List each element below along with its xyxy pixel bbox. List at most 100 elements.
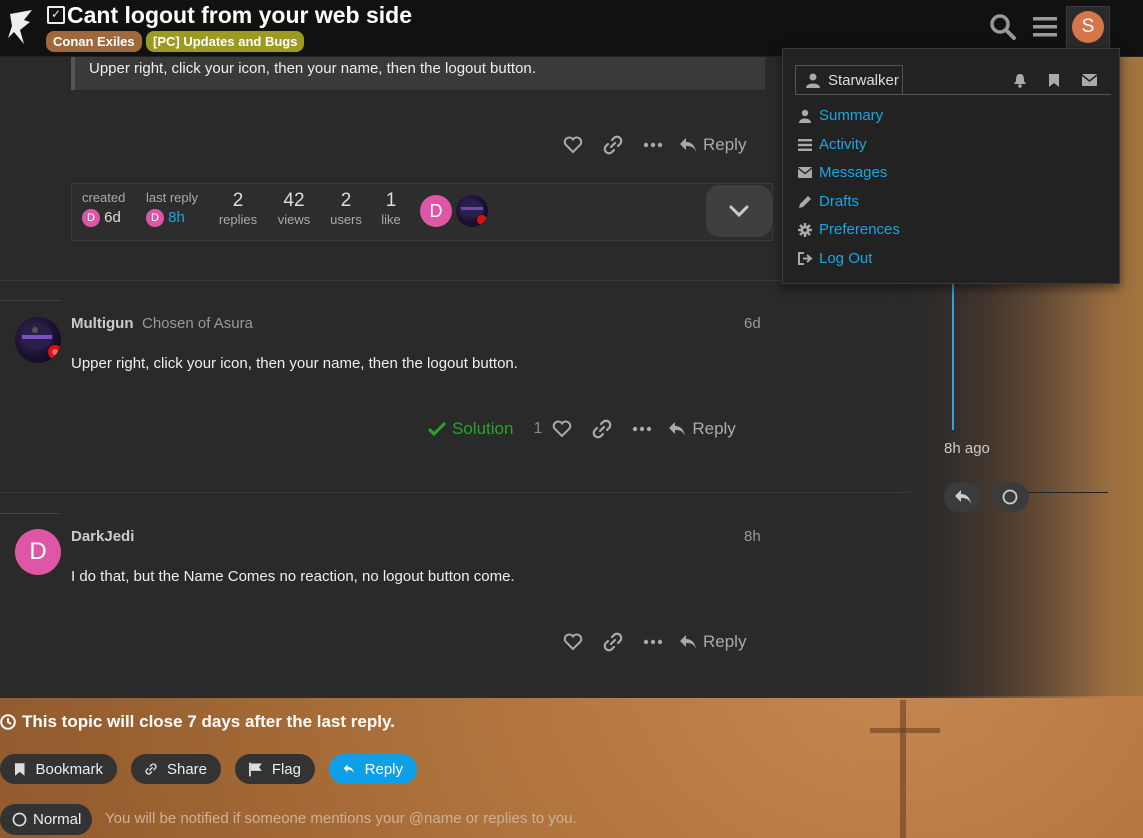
reply-arrow-icon [669,422,686,436]
timeline-scrollbar[interactable] [952,280,954,430]
post-actions: Reply [553,130,746,160]
reply-arrow-icon [680,635,696,649]
users-count: 2 [340,190,352,211]
like-heart-icon[interactable] [542,414,582,444]
more-options-icon[interactable] [633,627,673,657]
like-heart-icon[interactable] [553,627,593,657]
list-icon [797,138,813,151]
post-divider-short [0,300,60,301]
more-options-icon[interactable] [633,130,673,160]
participant-avatar-multigun[interactable] [456,195,488,227]
user-menu-profile-tab[interactable]: Starwalker [795,65,903,95]
flag-button[interactable]: Flag [235,754,315,784]
post-date[interactable]: 6d [744,315,761,332]
post-body: I do that, but the Name Comes no reactio… [71,568,515,585]
timeline-notification-button[interactable] [991,482,1029,512]
solution-label: Solution [452,419,514,438]
like-heart-icon[interactable] [553,130,593,160]
envelope-icon [797,167,813,178]
timeline-reply-button[interactable] [944,482,982,512]
menu-item-drafts[interactable]: Drafts [797,193,859,210]
menu-item-label: Drafts [819,193,860,210]
circle-icon [1002,489,1018,505]
chevron-down-icon [729,205,749,217]
subcategory-badge[interactable]: [PC] Updates and Bugs [146,31,305,52]
hamburger-menu-icon[interactable] [1028,10,1062,44]
solved-checkbox-icon: ✓ [47,6,65,24]
last-reply-value: 8h [168,209,185,226]
menu-item-logout[interactable]: Log Out [797,250,872,267]
check-icon [428,422,446,436]
user-menu-username: Starwalker [828,71,899,89]
bookmark-button[interactable]: Bookmark [0,754,117,784]
envelope-icon[interactable] [1080,71,1098,89]
likes-stat: 1 like [377,190,405,227]
share-link-icon[interactable] [593,627,633,657]
views-label: views [277,212,311,227]
last-reply-label: last reply [146,190,199,205]
post-username[interactable]: DarkJedi [71,528,134,545]
menu-item-messages[interactable]: Messages [797,164,887,181]
menu-item-label: Summary [819,107,884,124]
bell-icon[interactable] [1011,71,1029,89]
solution-button[interactable]: Solution [428,419,513,439]
category-badge[interactable]: Conan Exiles [46,31,142,52]
pencil-icon [797,195,813,209]
share-link-icon[interactable] [582,414,622,444]
likes-count: 1 [385,190,397,211]
topic-map: created D 6d last reply D 8h 2 replies 4… [71,183,773,241]
reply-arrow-icon [680,138,696,152]
replies-label: replies [218,212,258,227]
notification-level-label: Normal [33,811,82,828]
menu-item-label: Activity [819,136,867,153]
post-actions: Reply [553,627,746,657]
circle-icon [12,812,27,827]
post-date[interactable]: 8h [744,528,761,545]
created-label: created [82,190,126,205]
share-button[interactable]: Share [131,754,221,784]
quote-text: Upper right, click your icon, then your … [89,60,536,77]
like-count[interactable]: 1 [533,420,542,438]
post-avatar-multigun[interactable] [15,317,61,363]
reply-label: Reply [703,632,747,651]
sign-out-icon [797,252,813,265]
current-user-avatar[interactable]: S [1072,11,1104,43]
user-menu-tab-divider [795,94,1111,95]
share-link-icon[interactable] [593,130,633,160]
post-divider-short [0,513,60,514]
notification-level-button[interactable]: Normal [0,804,92,835]
search-icon[interactable] [986,10,1020,44]
site-logo-icon[interactable] [6,8,36,48]
topic-title[interactable]: Cant logout from your web side [67,2,412,29]
users-label: users [330,212,362,227]
reply-label: Reply [692,419,736,438]
gear-icon [797,222,813,237]
menu-item-preferences[interactable]: Preferences [797,221,900,238]
bookmark-icon [14,762,25,776]
menu-item-label: Messages [819,164,888,181]
menu-item-activity[interactable]: Activity [797,136,867,153]
reply-button[interactable]: Reply [668,419,736,439]
bookmark-icon[interactable] [1045,71,1063,89]
reply-button[interactable]: Reply [679,632,746,652]
footer-reply-button[interactable]: Reply [329,754,417,784]
post-divider [0,492,910,493]
menu-item-label: Preferences [819,221,900,238]
mini-avatar[interactable]: D [146,209,164,228]
reply-button[interactable]: Reply [679,135,746,155]
users-stat: 2 users [327,190,365,227]
likes-label: like [381,212,401,227]
menu-item-summary[interactable]: Summary [797,107,883,124]
created-value: 6d [104,209,121,226]
last-reply-stat[interactable]: last reply D 8h [146,190,199,228]
participant-avatar[interactable]: D [420,195,452,227]
background-cross-arm [870,728,940,733]
timeline-date[interactable]: 8h ago [944,440,990,457]
more-options-icon[interactable] [622,414,662,444]
mini-avatar[interactable]: D [82,209,100,228]
post-username[interactable]: Multigun [71,315,133,332]
replies-stat: 2 replies [218,190,258,227]
expand-topic-map-button[interactable] [706,185,772,237]
post-avatar-darkjedi[interactable]: D [15,529,61,575]
reply-arrow-icon [955,490,971,504]
